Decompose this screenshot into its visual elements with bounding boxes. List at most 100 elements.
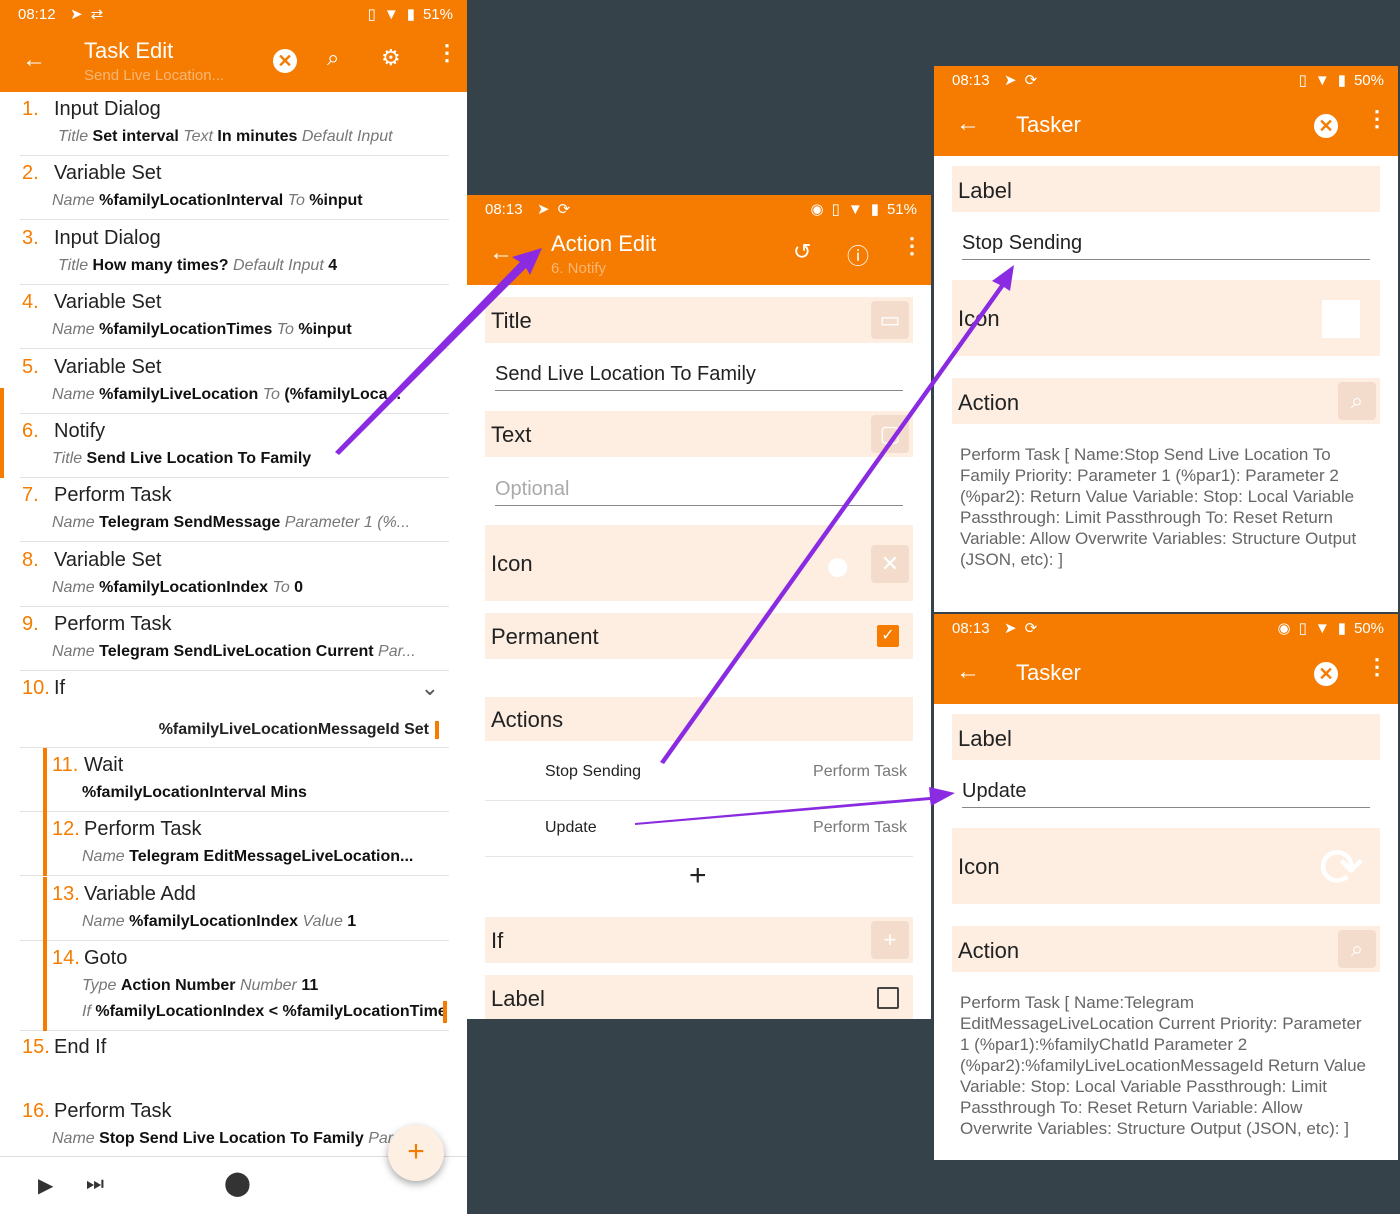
back-arrow-icon[interactable]: ← [22,46,46,74]
clear-circle-icon[interactable]: ✕ [273,47,297,73]
notify-action-name: Update [545,819,597,836]
more-vert-icon[interactable]: ⋮ [436,42,458,64]
action-name: Input Dialog [54,227,161,249]
title-input[interactable]: Send Live Location To Family [495,363,903,391]
status-bar: 08:12 ➤ ⇄ ▯ ▼ ▮ 51% [0,0,467,30]
tasker-update-screen: 08:13 ➤ ⟳ ◉ ▯ ▼ ▮ 50% ← Tasker ✕ ⋮ Label Upda… [934,614,1398,1160]
action-detail: Name Telegram EditMessageLiveLocation... [82,848,445,866]
notify-action-row[interactable]: Stop Sending Perform Task [485,745,913,801]
if-section: If + [485,917,913,963]
action-number: 14. [52,947,80,969]
detail-key: Title [58,257,89,274]
action-name: Perform Task [84,818,202,840]
task-action-row[interactable]: 11. Wait %familyLocationInterval Mins [20,748,449,812]
task-action-row[interactable]: 15. End If [20,1030,449,1094]
task-action-row[interactable]: 3. Input Dialog Title How many times? Defa… [20,221,449,285]
undo-icon[interactable]: ↺ [793,239,811,265]
location-pin-icon[interactable]: ⬤ [224,1169,251,1198]
task-action-row[interactable]: 16. Perform Task Name Stop Send Live Locat… [20,1094,449,1158]
detail-key: Name [82,913,125,930]
battery-percent: 50% [1353,71,1384,89]
more-vert-icon[interactable]: ⋮ [901,235,923,257]
task-action-row[interactable]: 8. Variable Set Name %familyLocationIndex … [20,543,449,607]
detail-key: Value [302,913,343,930]
chevron-down-icon[interactable]: ⌄ [421,675,439,701]
play-icon[interactable]: ▶ [38,1173,53,1198]
task-action-row[interactable]: 7. Perform Task Name Telegram SendMessage … [20,478,449,542]
detail-key: Name [52,1130,95,1147]
vibrate-icon: ▯ [1298,620,1307,637]
task-action-row[interactable]: 6. Notify Title Send Live Location To Fami… [20,414,449,478]
add-condition-icon[interactable]: + [871,921,909,959]
vibrate-icon: ▯ [367,6,376,23]
wifi-icon: ▼ [847,200,863,218]
permanent-checkbox-icon[interactable]: ✓ [877,625,899,647]
task-action-row[interactable]: 2. Variable Set Name %familyLocationInterv… [20,156,449,220]
help-icon[interactable]: ⓘ [847,239,869,271]
task-action-row[interactable]: 1. Input Dialog Title Set interval Text In… [20,92,449,156]
blank-icon[interactable] [1322,300,1360,338]
skip-next-icon[interactable]: ⏭ [86,1173,104,1196]
more-vert-icon[interactable]: ⋮ [1366,108,1388,130]
action-name: Wait [84,754,124,776]
icon-label: Icon [491,551,533,576]
page-title: Tasker [1016,660,1081,685]
label-icon[interactable]: ▭ [871,301,909,339]
page-subtitle: 6. Notify [551,260,607,277]
title-label: Title [491,308,532,333]
search-icon[interactable]: ⌕ [1338,382,1376,420]
battery-icon: ▮ [870,201,879,218]
detail-value: %input [309,192,363,209]
sync-icon: ⟳ [557,201,571,218]
label-input[interactable]: Stop Sending [962,232,1370,260]
add-action-fab[interactable]: + [388,1125,444,1181]
action-number: 7. [22,484,39,506]
label-input[interactable]: Update [962,780,1370,808]
more-vert-icon[interactable]: ⋮ [1366,656,1388,678]
telegram-icon: ➤ [1004,72,1017,89]
gear-icon[interactable]: ⚙ [381,45,401,71]
icon-section: Icon ● ✕ [485,525,913,601]
action-detail: If %familyLocationIndex < %familyLocatio… [82,1003,445,1021]
action-detail: Name %familyLocationTimes To %input [52,321,445,339]
detail-value: %familyLiveLocation [99,386,259,403]
nesting-bar [43,941,47,1031]
text-options-icon[interactable]: ▢ [871,415,909,453]
action-name: If [54,677,66,699]
back-arrow-icon[interactable]: ← [956,658,980,686]
status-time: 08:13 [952,72,990,89]
text-label: Text [491,422,532,447]
search-icon[interactable]: ⌕ [327,45,339,71]
task-action-row[interactable]: 14. Goto Type Action Number Number 11 If %… [20,941,449,1031]
action-number: 9. [22,613,39,635]
detail-key: Type [82,977,117,994]
notify-action-type: Perform Task [813,819,907,836]
task-action-row[interactable]: 13. Variable Add Name %familyLocationIndex… [20,877,449,941]
task-action-row[interactable]: 9. Perform Task Name Telegram SendLiveLoca… [20,607,449,671]
task-action-row[interactable]: 4. Variable Set Name %familyLocationTimes … [20,285,449,349]
task-action-row[interactable]: 5. Variable Set Name %familyLiveLocation T… [20,350,449,414]
status-bar: 08:13 ➤ ⟳ ▯ ▼ ▮ 50% [934,66,1398,94]
action-name: Notify [54,420,106,442]
back-arrow-icon[interactable]: ← [489,239,513,267]
back-arrow-icon[interactable]: ← [956,110,980,138]
task-action-row[interactable]: 12. Perform Task Name Telegram EditMessage… [20,812,449,876]
icon-picker-icon[interactable]: ✕ [871,545,909,583]
notify-action-row[interactable]: Update Perform Task [485,801,913,857]
search-icon[interactable]: ⌕ [1338,930,1376,968]
action-label: Action [958,390,1020,415]
text-input[interactable]: Optional [495,478,903,506]
plus-icon[interactable]: + [689,859,707,893]
label-checkbox-icon[interactable] [877,987,899,1009]
detail-key: Title [52,450,83,467]
title-section: Title ▭ [485,297,913,343]
refresh-icon[interactable]: ⟳ [1319,836,1364,899]
detail-value: %familyLocationInterval Mins [82,784,307,801]
if-condition: %familyLiveLocationMessageId Set [159,721,439,739]
sync-icon: ⟳ [1024,620,1038,637]
clear-circle-icon[interactable]: ✕ [1314,112,1338,138]
task-action-row[interactable]: 10. If %familyLiveLocationMessageId Set ⌄ [20,671,449,748]
icon-section: Icon ⟳ [952,828,1380,904]
status-time: 08:12 [18,6,56,23]
clear-circle-icon[interactable]: ✕ [1314,660,1338,686]
